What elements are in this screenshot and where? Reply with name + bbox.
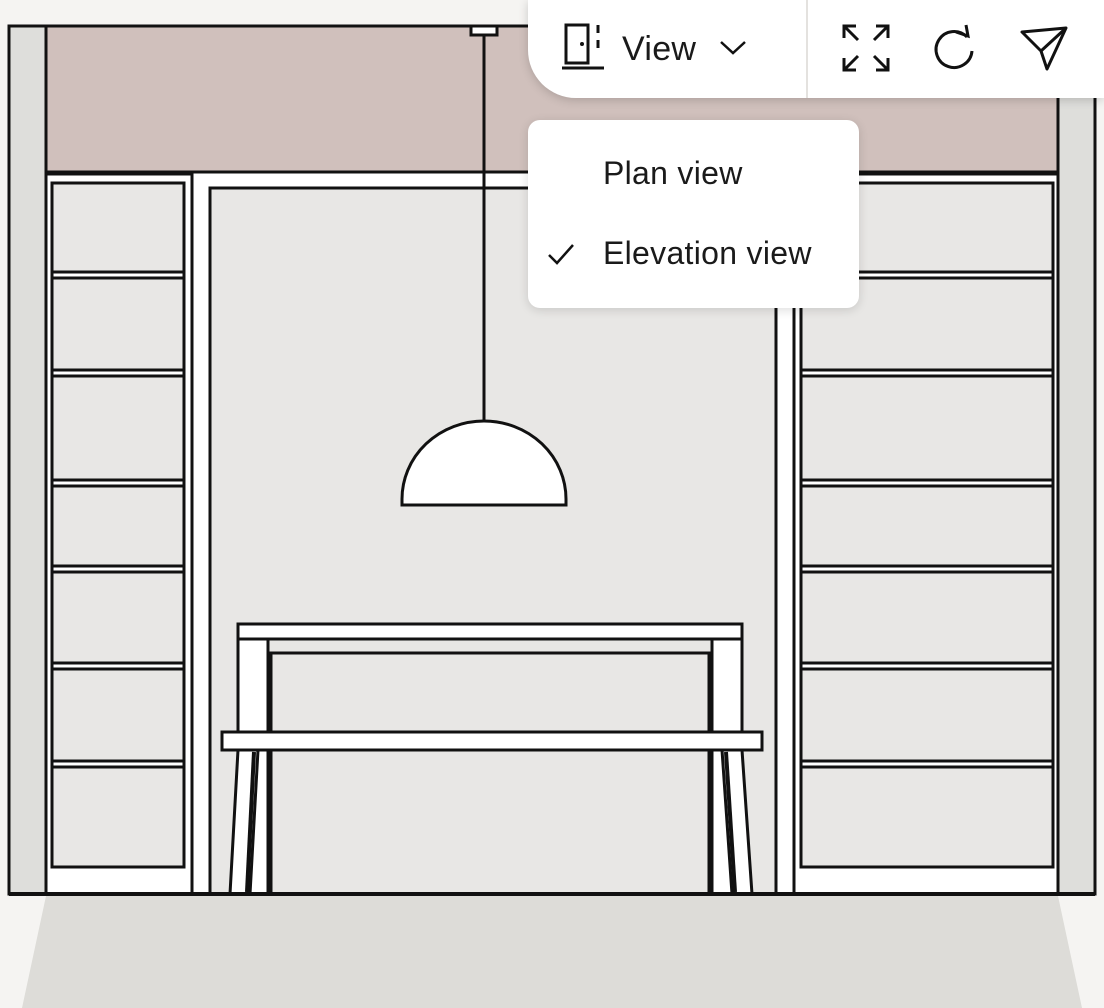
menu-item-label: Elevation view bbox=[603, 234, 812, 271]
share-button[interactable] bbox=[1016, 22, 1072, 78]
menu-item-elevation-view[interactable]: Elevation view bbox=[528, 218, 859, 288]
shelf bbox=[50, 478, 186, 488]
shelf bbox=[799, 759, 1055, 769]
send-icon bbox=[1019, 23, 1069, 78]
shelf bbox=[799, 368, 1055, 378]
shelf bbox=[50, 270, 186, 280]
view-label: View bbox=[622, 29, 697, 68]
chevron-down-icon bbox=[718, 38, 748, 61]
elevation-view-icon bbox=[560, 23, 606, 76]
view-dropdown-button[interactable]: View bbox=[560, 14, 790, 84]
menu-item-label: Plan view bbox=[603, 154, 743, 191]
shelf bbox=[50, 564, 186, 574]
right-side-wall bbox=[1056, 24, 1097, 896]
shelf bbox=[799, 661, 1055, 671]
floor bbox=[22, 896, 1082, 1008]
fullscreen-button[interactable] bbox=[838, 22, 894, 78]
view-toolbar: View bbox=[528, 0, 1104, 98]
toolbar-divider bbox=[806, 0, 808, 98]
shelf bbox=[50, 368, 186, 378]
menu-item-plan-view[interactable]: Plan view bbox=[528, 138, 859, 208]
rotate-button[interactable] bbox=[926, 22, 982, 78]
shelf bbox=[50, 661, 186, 671]
shelf bbox=[799, 564, 1055, 574]
expand-icon bbox=[841, 23, 891, 78]
rotate-icon bbox=[929, 23, 979, 78]
view-menu: Plan view Elevation view bbox=[528, 120, 859, 308]
left-side-wall bbox=[7, 24, 48, 896]
shelf bbox=[50, 759, 186, 769]
checkmark-icon bbox=[546, 239, 576, 269]
left-cabinet bbox=[44, 172, 194, 896]
shelf bbox=[799, 478, 1055, 488]
